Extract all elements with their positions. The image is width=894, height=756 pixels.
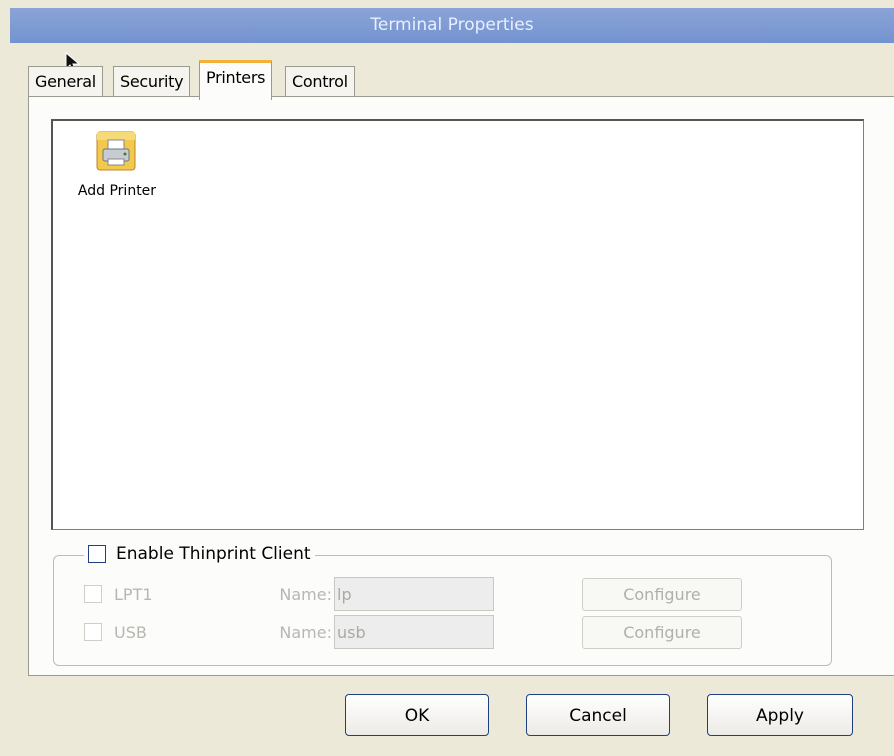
lpt1-configure-button[interactable]: Configure [582, 577, 742, 611]
apply-label: Apply [756, 706, 804, 726]
ok-label: OK [404, 706, 430, 726]
window-title: Terminal Properties [370, 15, 534, 35]
lpt1-name-label: Name: [279, 584, 332, 604]
tab-security[interactable]: Security [113, 66, 191, 97]
usb-label: USB [114, 622, 147, 642]
lpt1-checkbox[interactable] [84, 585, 102, 603]
printers-tab-panel: Add Printer Enable Thinprint Client LPT1… [28, 96, 894, 676]
title-bar[interactable]: Terminal Properties [10, 8, 894, 43]
cancel-label: Cancel [569, 706, 627, 726]
add-printer-icon [96, 131, 136, 171]
usb-name-field[interactable]: usb [334, 615, 494, 649]
usb-name-label: Name: [279, 622, 332, 642]
enable-thinprint-checkbox[interactable] [88, 545, 106, 563]
ok-button[interactable]: OK [345, 694, 489, 736]
thinprint-group: Enable Thinprint Client LPT1 Name: lp Co… [53, 544, 832, 666]
tab-label: Printers [206, 68, 266, 87]
enable-thinprint-label: Enable Thinprint Client [116, 544, 311, 564]
lpt1-name-field[interactable]: lp [334, 577, 494, 611]
add-printer-label: Add Printer [77, 183, 157, 199]
usb-checkbox[interactable] [84, 623, 102, 641]
tab-general[interactable]: General [28, 66, 103, 97]
add-printer-item[interactable]: Add Printer [67, 129, 167, 199]
tab-control-panel[interactable]: Control Panel [285, 66, 355, 121]
tab-label: Security [120, 72, 184, 91]
apply-button[interactable]: Apply [707, 694, 853, 736]
cancel-button[interactable]: Cancel [526, 694, 670, 736]
tab-printers[interactable]: Printers [199, 60, 273, 100]
usb-configure-button[interactable]: Configure [582, 615, 742, 649]
printers-list[interactable]: Add Printer [51, 119, 864, 530]
lpt1-row: LPT1 Name: lp Configure [84, 577, 742, 611]
usb-row: USB Name: usb Configure [84, 615, 742, 649]
tab-label: General [35, 72, 96, 91]
thinprint-legend: Enable Thinprint Client [84, 544, 315, 564]
lpt1-label: LPT1 [114, 584, 153, 604]
